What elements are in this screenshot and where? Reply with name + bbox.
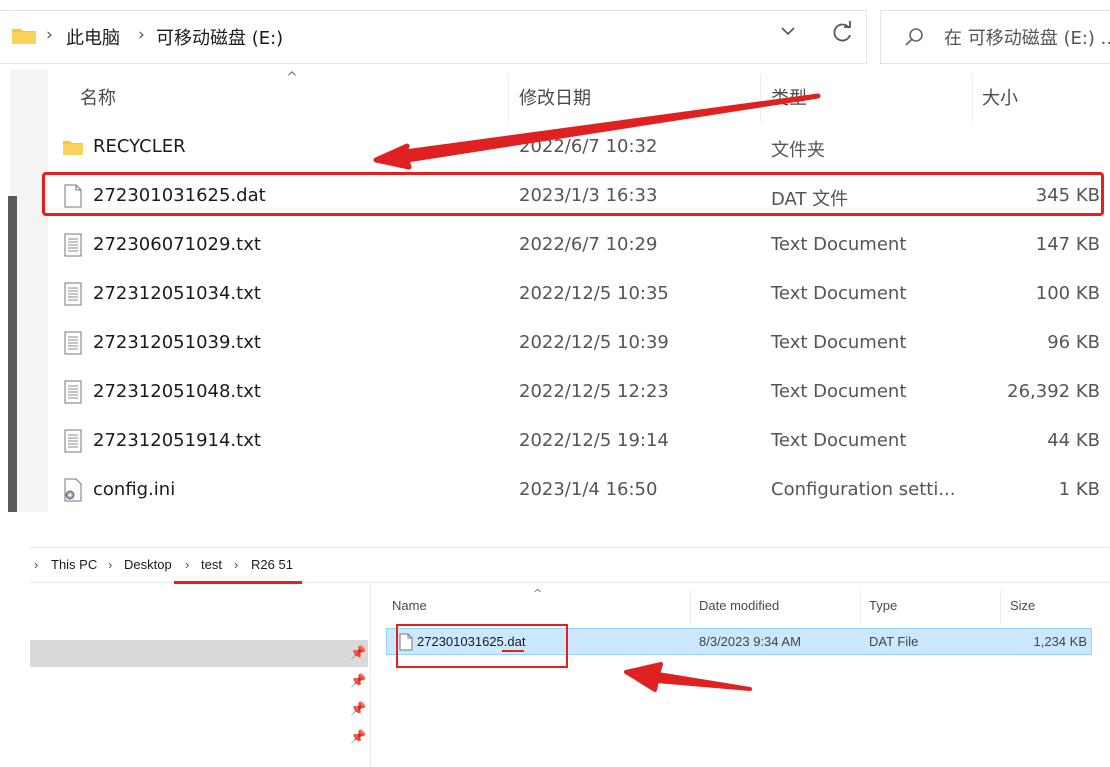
annotation-arrow [624, 662, 752, 692]
